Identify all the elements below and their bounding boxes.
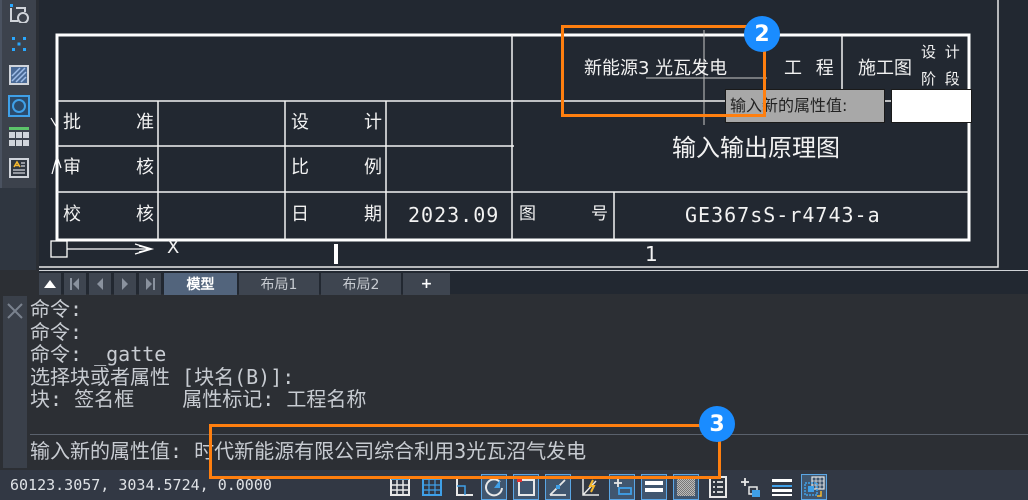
last-tab-button[interactable] (139, 273, 161, 295)
table-icon (9, 127, 29, 146)
table-tool[interactable] (8, 126, 30, 148)
annotation-badge-2: 2 (744, 16, 780, 52)
annotation-box-3 (209, 424, 721, 479)
design-stage-value: 施工图 (858, 58, 912, 79)
project-label: 工 程 (784, 58, 838, 79)
check-label-left: 校 (63, 204, 81, 225)
command-history-line: 命令: _gatte (30, 342, 167, 366)
region-tool[interactable] (8, 95, 30, 117)
command-prompt: 输入新的属性值: (30, 439, 195, 463)
approve-label-left: 批 (63, 112, 81, 133)
dynamic-ucs-icon (582, 478, 599, 496)
quick-properties-icon (709, 476, 727, 498)
tab-layout2[interactable]: 布局2 (321, 273, 401, 295)
tab-model[interactable]: 模型 (164, 273, 237, 295)
hatch-icon (9, 65, 29, 85)
point-grid-tool[interactable] (8, 33, 30, 55)
drawing-no-label-right: 号 (591, 204, 608, 224)
tabs-menu-button[interactable] (39, 273, 61, 295)
cad-application: 新能源3 光瓦发电 工 程 施工图 设 计 阶 段 输入输出原理图 批 准 审 … (0, 0, 1028, 500)
date-label-right: 期 (364, 204, 382, 225)
last-icon (146, 278, 155, 290)
grid-icon (390, 478, 410, 496)
command-history-line: 块: 签名框 属性标记: 工程名称 (30, 387, 367, 411)
workspace-toggle[interactable] (801, 474, 827, 500)
design-label-right: 计 (364, 112, 382, 133)
boundary-tool[interactable] (8, 2, 30, 24)
palette-background (0, 188, 39, 270)
command-history: 命令: 命令: 命令: _gatte 选择块或者属性 [块名(B)]: 块: 签… (30, 298, 1028, 434)
selection-cycling-toggle[interactable] (737, 474, 763, 500)
point-grid-icon (12, 37, 26, 51)
attribute-block-tool[interactable] (8, 157, 30, 179)
ucs-x-label: X (167, 237, 180, 258)
scale-label-right: 例 (364, 157, 382, 178)
ortho-icon (456, 478, 473, 496)
close-icon (7, 303, 23, 319)
annotation-monitor-toggle[interactable] (769, 474, 795, 500)
approve-label-right: 准 (136, 112, 154, 133)
hatch-tool[interactable] (8, 64, 30, 86)
annotation-monitor-icon (772, 479, 792, 496)
drawing-canvas[interactable]: 新能源3 光瓦发电 工 程 施工图 设 计 阶 段 输入输出原理图 批 准 审 … (39, 0, 1028, 270)
next-icon (122, 278, 128, 290)
polar-icon (485, 478, 503, 497)
lineweight-icon (645, 481, 663, 492)
transparency-icon (677, 478, 695, 496)
tab-layout1[interactable]: 布局1 (239, 273, 319, 295)
layout-tabs-bar: 模型 布局1 布局2 + (39, 270, 1028, 295)
command-history-line: 选择块或者属性 [块名(B)]: (30, 364, 295, 389)
first-icon (70, 278, 79, 290)
dynamic-input-icon (614, 479, 632, 495)
annotation-badge-3: 3 (699, 406, 735, 442)
attr-editor-input[interactable] (891, 89, 972, 123)
add-layout-button[interactable]: + (403, 273, 450, 295)
triangle-up-icon (44, 280, 56, 288)
attribute-block-icon (9, 158, 29, 178)
command-history-line: 命令: (30, 319, 83, 344)
region-icon (8, 95, 30, 117)
command-history-line: 命令: (30, 297, 83, 321)
review-label-right: 核 (136, 157, 154, 178)
design-stage-label-2: 阶 段 (921, 70, 962, 88)
scale-label-left: 比 (291, 157, 309, 178)
date-label-left: 日 (291, 204, 309, 225)
date-value: 2023.09 (408, 203, 500, 227)
prev-icon (97, 278, 103, 290)
command-close-button[interactable] (3, 296, 27, 468)
next-tab-button[interactable] (114, 273, 136, 295)
otrack-icon (549, 479, 566, 496)
osnap-icon (517, 478, 535, 496)
drawing-no-value: GE367sS-r4743-a (685, 203, 881, 227)
drawing-title: 输入输出原理图 (672, 134, 840, 162)
design-stage-label-1: 设 计 (921, 43, 962, 61)
prev-tab-button[interactable] (89, 273, 111, 295)
selection-cycling-icon (741, 478, 760, 497)
review-label-left: 审 (63, 157, 81, 178)
boundary-icon (10, 4, 29, 23)
snap-icon (422, 478, 442, 496)
title-block-lines (39, 0, 999, 268)
check-label-right: 核 (136, 204, 154, 225)
tool-palette (0, 0, 36, 188)
annotation-box-2 (561, 25, 766, 117)
workspace-icon (804, 476, 825, 497)
design-label-left: 设 (291, 112, 309, 133)
page-number: 1 (645, 242, 658, 266)
drawing-no-label-left: 图 (519, 204, 536, 224)
first-tab-button[interactable] (64, 273, 86, 295)
